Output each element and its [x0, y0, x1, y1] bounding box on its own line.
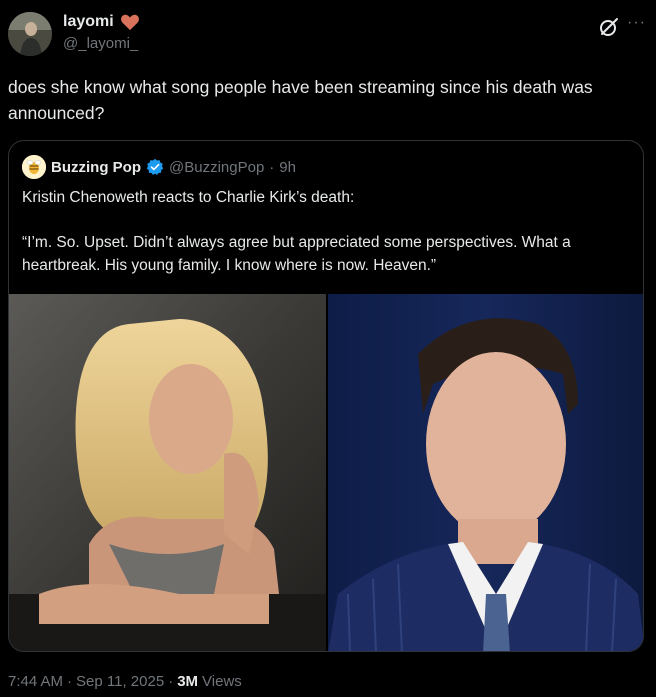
- post-date[interactable]: Sep 11, 2025: [76, 673, 164, 690]
- quote-separator: ·: [269, 158, 275, 176]
- man-portrait-photo[interactable]: [328, 294, 643, 651]
- media-grid: [9, 294, 643, 651]
- footer-separator: ·: [67, 673, 73, 690]
- avatar-image: [8, 12, 52, 56]
- heart-icon: [120, 13, 140, 31]
- verified-badge-icon: [146, 158, 164, 176]
- tweet-text: does she know what song people have been…: [8, 77, 593, 123]
- views-count: 3M: [177, 673, 199, 690]
- grok-icon[interactable]: [598, 16, 620, 38]
- display-name[interactable]: layomi: [63, 13, 114, 31]
- quote-handle[interactable]: @BuzzingPop: [169, 159, 264, 176]
- quote-header: Buzzing Pop @BuzzingPop · 9h: [22, 155, 296, 179]
- views-label: Views: [202, 673, 242, 690]
- woman-portrait-photo[interactable]: [9, 294, 326, 651]
- quote-text: Kristin Chenoweth reacts to Charlie Kirk…: [22, 186, 632, 277]
- quote-avatar[interactable]: [22, 155, 46, 179]
- author-line: layomi: [63, 13, 140, 31]
- tweet-footer: 7:44 AM · Sep 11, 2025 · 3M Views: [8, 673, 242, 690]
- more-options-icon[interactable]: ···: [627, 14, 646, 32]
- quote-paragraph-2: “I’m. So. Upset. Didn’t always agree but…: [22, 234, 571, 274]
- tweet-header: layomi @_layomi_ ···: [8, 10, 648, 60]
- quote-tweet-card[interactable]: Buzzing Pop @BuzzingPop · 9h Kristin Che…: [8, 140, 644, 652]
- avatar[interactable]: [8, 12, 52, 56]
- quote-paragraph-1: Kristin Chenoweth reacts to Charlie Kirk…: [22, 189, 355, 206]
- quote-display-name[interactable]: Buzzing Pop: [51, 159, 141, 176]
- post-time[interactable]: 7:44 AM: [8, 673, 63, 690]
- footer-separator: ·: [168, 673, 174, 690]
- quote-time[interactable]: 9h: [279, 159, 296, 176]
- author-handle[interactable]: @_layomi_: [63, 35, 138, 52]
